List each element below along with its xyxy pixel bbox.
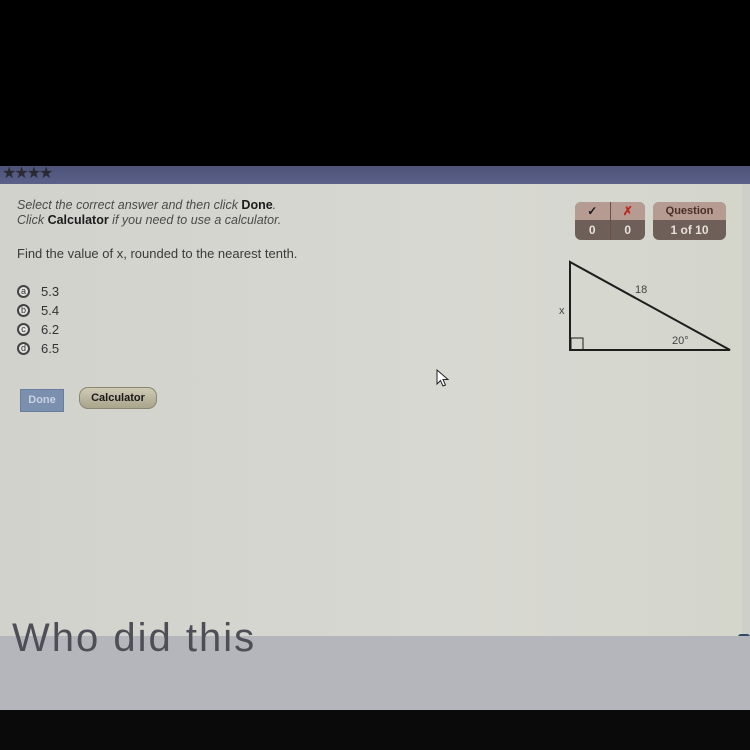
choice-value: 6.2	[41, 322, 60, 337]
angle-label: 20°	[672, 335, 689, 347]
calculator-button[interactable]: Calculator	[79, 387, 157, 409]
screen: ★★★★ Select the correct answer and then …	[0, 166, 750, 710]
answer-choices: a 5.3 b 5.4 c 6.2 d 6.5	[17, 282, 59, 358]
bottom-bar: Who did this	[0, 616, 750, 710]
right-angle-marker	[570, 337, 584, 351]
x-icon: ✗	[609, 202, 646, 220]
question-counter-label: Question	[653, 202, 726, 220]
radio-c[interactable]: c	[17, 323, 30, 336]
choice-b[interactable]: b 5.4	[17, 301, 59, 320]
choice-c[interactable]: c 6.2	[17, 320, 59, 339]
radio-a[interactable]: a	[17, 285, 30, 298]
choice-d[interactable]: d 6.5	[17, 339, 59, 358]
radio-b[interactable]: b	[17, 304, 30, 317]
check-icon: ✓	[587, 204, 598, 218]
instruction-line-2: Click Calculator if you need to use a ca…	[17, 213, 281, 228]
question-text: Find the value of x, rounded to the near…	[17, 246, 298, 261]
done-button[interactable]: Done	[20, 389, 64, 412]
instruction-line-1: Select the correct answer and then click…	[17, 198, 281, 213]
triangle	[569, 260, 731, 351]
radio-d[interactable]: d	[17, 342, 30, 355]
choice-a[interactable]: a 5.3	[17, 282, 59, 301]
stars-icon: ★★★★	[2, 166, 53, 182]
instructions: Select the correct answer and then click…	[17, 198, 281, 228]
incorrect-count: 0	[609, 220, 646, 240]
question-counter: Question 1 of 10	[653, 202, 726, 240]
title-bar: ★★★★	[0, 166, 750, 184]
monitor-bezel	[0, 710, 750, 750]
instruction-text: if you need to use a calculator.	[108, 213, 282, 227]
mouse-cursor-icon	[436, 369, 450, 387]
clipped-text: Who did this	[12, 616, 257, 660]
instruction-bold: Calculator	[47, 213, 109, 227]
score-box: ✓ ✗ 0 0	[575, 202, 645, 240]
instruction-text: Select the correct answer and then click	[17, 198, 242, 212]
choice-value: 6.5	[41, 341, 60, 356]
instruction-text: Click	[17, 213, 48, 227]
question-counter-value: 1 of 10	[670, 223, 709, 237]
instruction-text: .	[272, 198, 277, 212]
triangle-figure: 18 x 20°	[559, 260, 731, 351]
instruction-bold: Done	[241, 198, 273, 212]
side-x-label: x	[559, 305, 565, 317]
correct-count: 0	[588, 223, 596, 237]
question-panel: Select the correct answer and then click…	[0, 184, 750, 654]
choice-value: 5.3	[41, 284, 60, 299]
hypotenuse-label: 18	[635, 284, 647, 296]
choice-value: 5.4	[41, 303, 60, 318]
